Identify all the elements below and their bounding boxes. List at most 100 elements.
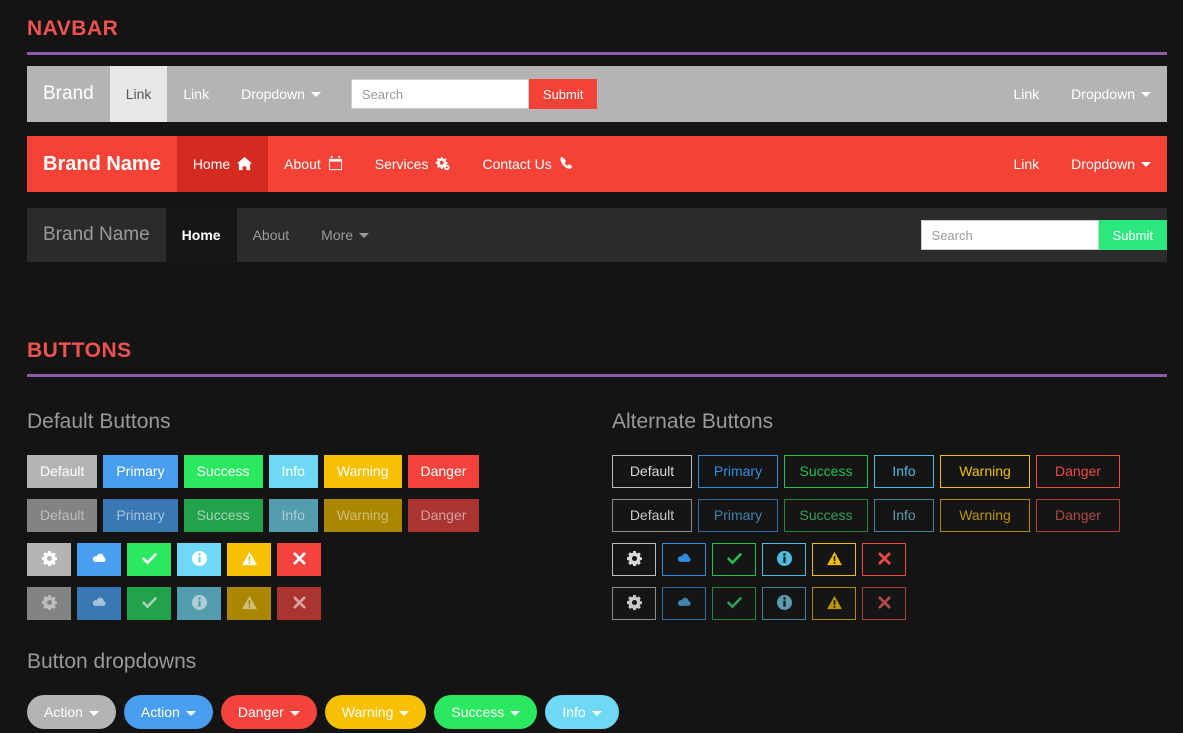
navbar-default-brand[interactable]: Brand xyxy=(27,66,110,122)
submit-button[interactable]: Submit xyxy=(1098,220,1167,250)
gear-icon xyxy=(626,551,642,568)
alt-button-primary[interactable]: Primary xyxy=(698,455,778,488)
search-input[interactable] xyxy=(350,79,529,109)
icon-button-cloud-disabled xyxy=(77,587,121,620)
alt-icon-button-gear[interactable] xyxy=(612,543,656,576)
submit-button[interactable]: Submit xyxy=(528,79,598,109)
navbar-red-link-about[interactable]: About xyxy=(268,136,359,192)
navbar-default-link-1[interactable]: Link xyxy=(109,66,168,122)
search-input[interactable] xyxy=(920,220,1099,250)
navbar-red-right-link-label: Link xyxy=(1013,156,1040,172)
button-default[interactable]: Default xyxy=(27,455,98,488)
dropdown-button-info[interactable]: Info xyxy=(545,695,619,729)
navbar-red-right: Link Dropdown xyxy=(997,136,1167,192)
alt-button-info-disabled: Info xyxy=(874,499,934,532)
navbar-red-link-services[interactable]: Services xyxy=(359,136,467,192)
calendar-icon xyxy=(328,156,343,172)
alt-icon-button-check[interactable] xyxy=(712,543,756,576)
icon-button-info[interactable] xyxy=(177,543,221,576)
alt-button-success[interactable]: Success xyxy=(784,455,868,488)
alt-button-default[interactable]: Default xyxy=(612,455,692,488)
chevron-down-icon xyxy=(591,710,602,716)
navbar-red: Brand Name Home About Services Contact U… xyxy=(27,136,1167,192)
dropdown-label: Success xyxy=(451,704,505,720)
alt-icon-button-info-disabled xyxy=(762,587,806,620)
navbar-red-link-home-label: Home xyxy=(192,156,231,172)
warning-triangle-icon xyxy=(241,595,257,612)
navbar-dark-link-about[interactable]: About xyxy=(237,208,306,262)
icon-button-warning-disabled xyxy=(227,587,271,620)
default-icon-buttons-row xyxy=(27,543,321,576)
button-success[interactable]: Success xyxy=(183,455,263,488)
navbar-default-link-2[interactable]: Link xyxy=(167,66,225,122)
dropdown-button-success[interactable]: Success xyxy=(434,695,538,729)
navbar-default-right-dropdown[interactable]: Dropdown xyxy=(1055,66,1167,122)
alt-icon-button-cloud-disabled xyxy=(662,587,706,620)
times-icon xyxy=(877,551,892,568)
dropdown-button-action-primary[interactable]: Action xyxy=(123,695,213,729)
alt-button-primary-disabled: Primary xyxy=(698,499,778,532)
default-buttons-heading: Default Buttons xyxy=(27,410,171,433)
navbar-red-right-link[interactable]: Link xyxy=(997,136,1055,192)
button-dropdowns-heading: Button dropdowns xyxy=(27,650,197,673)
dropdown-label: Danger xyxy=(237,704,284,720)
gear-icon xyxy=(41,551,57,568)
button-primary[interactable]: Primary xyxy=(103,455,178,488)
navbar-red-link-home[interactable]: Home xyxy=(176,136,269,192)
navbar-red-right-dropdown[interactable]: Dropdown xyxy=(1055,136,1167,192)
dropdown-label: Info xyxy=(562,704,586,720)
alt-icon-button-cloud[interactable] xyxy=(662,543,706,576)
navbar-default-right-dropdown-label: Dropdown xyxy=(1071,86,1135,102)
navbar-dark-brand[interactable]: Brand Name xyxy=(27,208,166,262)
navbar-default-link-1-label: Link xyxy=(125,86,152,102)
info-circle-icon xyxy=(191,551,207,568)
icon-button-warning[interactable] xyxy=(227,543,271,576)
dropdown-button-warning[interactable]: Warning xyxy=(324,695,427,729)
chevron-down-icon xyxy=(88,710,99,716)
icon-button-check-disabled xyxy=(127,587,171,620)
chevron-down-icon xyxy=(310,91,321,97)
navbar-red-link-contact[interactable]: Contact Us xyxy=(466,136,589,192)
times-icon xyxy=(292,595,307,612)
icon-button-cloud[interactable] xyxy=(77,543,121,576)
alt-icon-button-info[interactable] xyxy=(762,543,806,576)
warning-triangle-icon xyxy=(241,551,257,568)
alt-button-success-disabled: Success xyxy=(784,499,868,532)
alternate-buttons-heading: Alternate Buttons xyxy=(612,410,774,433)
alt-button-danger[interactable]: Danger xyxy=(1036,455,1120,488)
navbar-red-link-about-label: About xyxy=(284,156,321,172)
button-danger[interactable]: Danger xyxy=(407,455,480,488)
warning-triangle-icon xyxy=(826,551,842,568)
alt-button-warning-disabled: Warning xyxy=(940,499,1030,532)
gears-icon xyxy=(435,156,450,172)
button-info[interactable]: Info xyxy=(268,455,318,488)
alt-button-warning[interactable]: Warning xyxy=(940,455,1030,488)
navbar-default-right-link[interactable]: Link xyxy=(997,66,1055,122)
dropdown-button-danger[interactable]: Danger xyxy=(220,695,317,729)
navbar-default-right: Link Dropdown xyxy=(997,66,1167,122)
alt-icon-button-warning[interactable] xyxy=(812,543,856,576)
navbar-dark-link-home[interactable]: Home xyxy=(165,208,237,262)
navbar-dark-link-more[interactable]: More xyxy=(305,208,385,262)
alt-button-info[interactable]: Info xyxy=(874,455,934,488)
navbar-red-brand[interactable]: Brand Name xyxy=(27,136,177,192)
button-danger-disabled: Danger xyxy=(407,499,480,532)
button-warning-disabled: Warning xyxy=(323,499,402,532)
phone-icon xyxy=(559,156,574,172)
icon-button-gear[interactable] xyxy=(27,543,71,576)
default-buttons-row: Default Primary Success Info Warning Dan… xyxy=(27,455,480,488)
alt-icon-button-times[interactable] xyxy=(862,543,906,576)
alt-button-danger-disabled: Danger xyxy=(1036,499,1120,532)
button-warning[interactable]: Warning xyxy=(323,455,402,488)
alt-icon-button-warning-disabled xyxy=(812,587,856,620)
dropdown-button-action-default[interactable]: Action xyxy=(27,695,116,729)
icon-button-times[interactable] xyxy=(277,543,321,576)
navbar-default-dropdown[interactable]: Dropdown xyxy=(225,66,337,122)
times-icon xyxy=(292,551,307,568)
chevron-down-icon xyxy=(1141,91,1151,97)
icon-button-check[interactable] xyxy=(127,543,171,576)
navbar-default-left: Brand Link Link Dropdown Submit xyxy=(27,66,598,122)
navbar-default-link-2-label: Link xyxy=(183,86,210,102)
navbar-dark-link-about-label: About xyxy=(252,227,290,243)
navbar-default: Brand Link Link Dropdown Submit Link Dro… xyxy=(27,66,1167,122)
